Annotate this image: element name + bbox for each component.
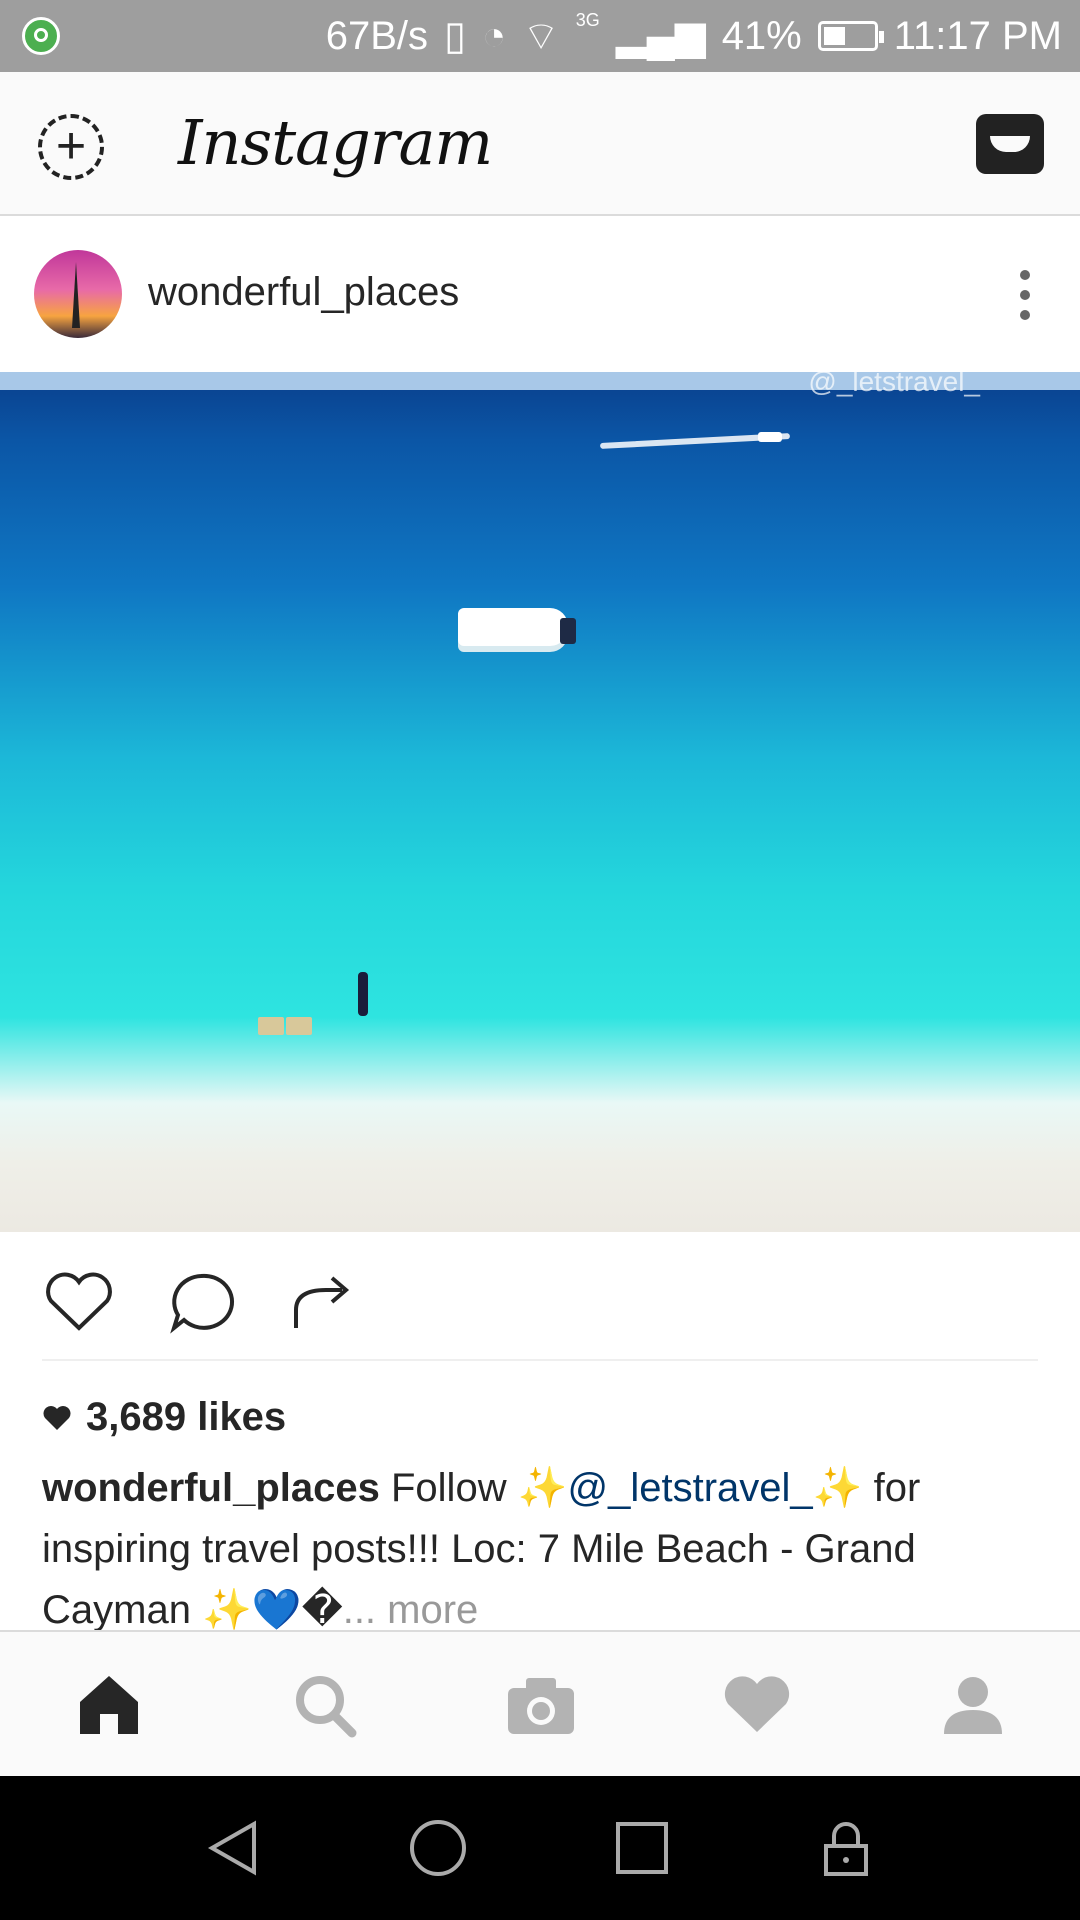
boat bbox=[458, 608, 576, 646]
more-link[interactable]: ... more bbox=[343, 1588, 479, 1632]
whatsapp-icon bbox=[22, 17, 60, 55]
distant-boat bbox=[758, 432, 782, 442]
sparkle-emoji: ✨ bbox=[812, 1466, 863, 1510]
vibrate-icon: ▯ bbox=[444, 14, 467, 58]
beach-chair bbox=[286, 1017, 312, 1035]
avatar[interactable] bbox=[34, 250, 122, 338]
system-nav-bar bbox=[0, 1776, 1080, 1920]
unknown-emoji: � bbox=[301, 1588, 343, 1632]
post-actions bbox=[0, 1232, 1080, 1360]
person-on-beach bbox=[358, 972, 368, 1016]
sparkle-emoji: ✨ bbox=[202, 1588, 252, 1632]
bottom-tab-bar bbox=[0, 1630, 1080, 1776]
caption-text: Follow bbox=[379, 1466, 518, 1510]
status-bar: 67B/s ▯ ◔ ⌔ 3G ▂▄▆ 41% 11:17 PM bbox=[0, 0, 1080, 72]
battery-icon bbox=[817, 21, 884, 51]
network-speed: 67B/s bbox=[325, 13, 428, 58]
caption-username[interactable]: wonderful_places bbox=[42, 1466, 380, 1510]
likes-count[interactable]: 3,689 likes bbox=[42, 1395, 286, 1440]
search-icon[interactable] bbox=[288, 1670, 362, 1740]
heart-icon bbox=[43, 1405, 71, 1430]
signal-icon: ▂▄▆ bbox=[615, 14, 706, 58]
home-icon[interactable] bbox=[72, 1670, 146, 1740]
home-button-icon[interactable] bbox=[408, 1818, 468, 1878]
alarm-icon: ◔ bbox=[482, 13, 507, 58]
post-caption: wonderful_places Follow ✨@_letstravel_✨ … bbox=[42, 1458, 1042, 1641]
camera-icon[interactable] bbox=[504, 1670, 578, 1740]
network-type: 3G bbox=[575, 10, 600, 30]
back-icon[interactable] bbox=[204, 1818, 264, 1878]
activity-heart-icon[interactable] bbox=[720, 1670, 794, 1740]
add-story-icon[interactable]: + bbox=[38, 114, 104, 180]
post-username[interactable]: wonderful_places bbox=[148, 270, 459, 315]
clock: 11:17 PM bbox=[893, 13, 1062, 58]
battery-percent: 41% bbox=[721, 13, 802, 58]
top-app-bar: + Instagram bbox=[0, 72, 1080, 216]
more-options-icon[interactable] bbox=[1020, 270, 1032, 320]
inbox-icon[interactable] bbox=[976, 114, 1044, 174]
comment-icon[interactable] bbox=[164, 1270, 238, 1334]
beach-chair bbox=[258, 1017, 284, 1035]
image-watermark: @_letstravel_ bbox=[808, 372, 980, 397]
profile-icon[interactable] bbox=[936, 1670, 1010, 1740]
post-header: wonderful_places bbox=[0, 216, 1080, 372]
heart-icon[interactable] bbox=[42, 1270, 116, 1334]
likes-text: 3,689 likes bbox=[86, 1395, 287, 1439]
status-right: 67B/s ▯ ◔ ⌔ 3G ▂▄▆ 41% 11:17 PM bbox=[326, 0, 1062, 72]
instagram-logo: Instagram bbox=[178, 106, 493, 179]
share-icon[interactable] bbox=[286, 1270, 360, 1334]
post-image[interactable]: @_letstravel_ bbox=[0, 372, 1080, 1232]
sparkle-emoji: ✨ bbox=[517, 1466, 568, 1510]
wifi-icon: ⌔ bbox=[522, 15, 560, 59]
actions-divider bbox=[42, 1359, 1038, 1361]
blue-heart-emoji: 💙 bbox=[251, 1588, 302, 1632]
lock-icon[interactable] bbox=[816, 1818, 876, 1878]
caption-mention[interactable]: @_letstravel_ bbox=[568, 1466, 813, 1510]
recents-icon[interactable] bbox=[612, 1818, 672, 1878]
